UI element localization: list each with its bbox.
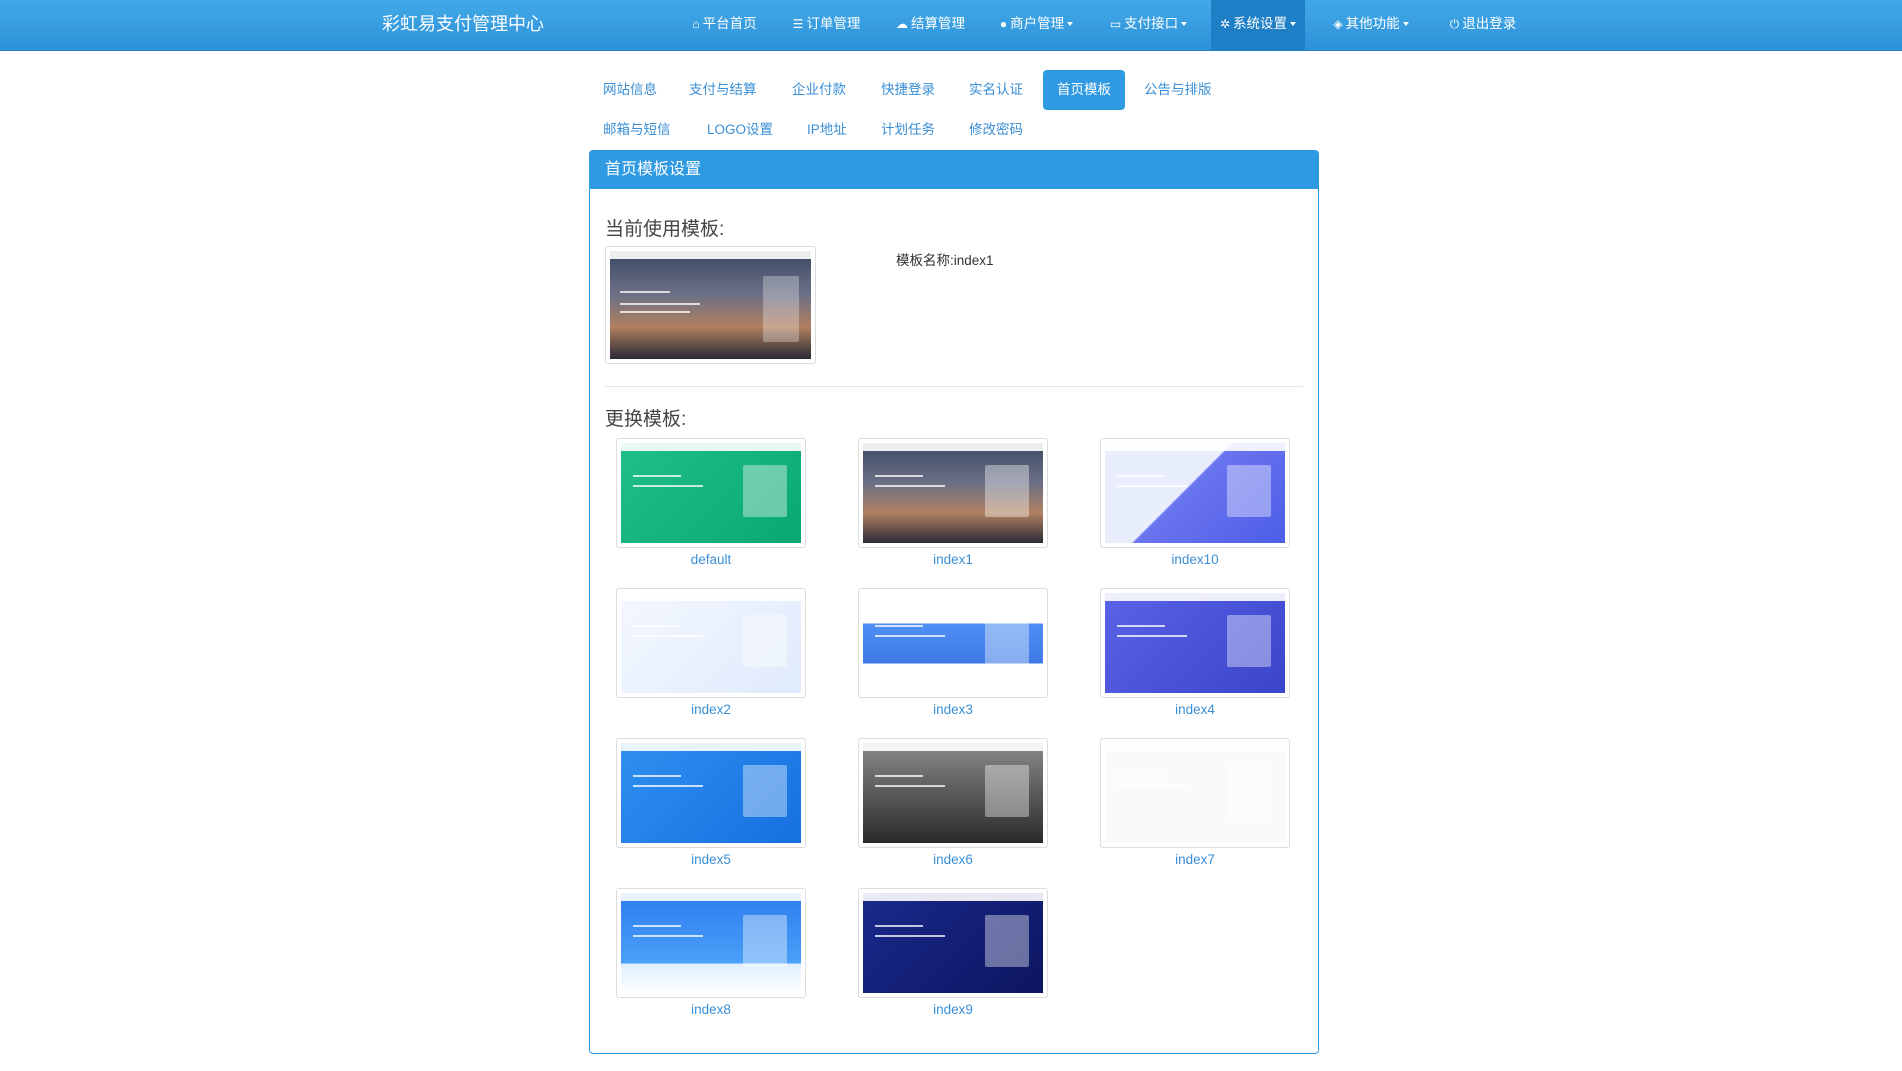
nav-item-label: 其他功能 bbox=[1345, 16, 1400, 31]
template-preview-image bbox=[1105, 743, 1285, 843]
template-preview-image bbox=[621, 443, 801, 543]
template-preview-image bbox=[621, 893, 801, 993]
template-name-link[interactable]: index1 bbox=[858, 551, 1048, 569]
template-name-value: index1 bbox=[953, 253, 994, 268]
template-thumbnail[interactable] bbox=[858, 738, 1048, 848]
template-card[interactable]: index5 bbox=[616, 738, 806, 869]
nav-item-label: 订单管理 bbox=[806, 16, 861, 31]
tab-9[interactable]: LOGO设置 bbox=[693, 110, 787, 150]
nav-item-label: 商户管理 bbox=[1010, 16, 1065, 31]
caret-down-icon bbox=[1181, 22, 1188, 27]
tab-4[interactable]: 快捷登录 bbox=[867, 70, 949, 110]
template-thumbnail[interactable] bbox=[616, 738, 806, 848]
top-navbar: 彩虹易支付管理中心 ⌂ 平台首页 ☰ 订单管理 ☁ 结算管理 ● 商户管理 ▭ 支付接口 ✲ 系统设置… bbox=[0, 0, 1902, 51]
template-card[interactable]: default bbox=[616, 438, 806, 569]
template-preview-image bbox=[863, 893, 1043, 993]
current-template-thumbnail bbox=[605, 246, 816, 364]
nav-item-label: 退出登录 bbox=[1462, 16, 1517, 31]
nav-item-label: 结算管理 bbox=[911, 16, 965, 31]
template-card[interactable]: index8 bbox=[616, 888, 806, 1019]
template-thumbnail[interactable] bbox=[1100, 738, 1290, 848]
nav-item-label: 系统设置 bbox=[1233, 16, 1288, 31]
nav-item-7[interactable]: ◈ 其他功能 bbox=[1325, 0, 1417, 50]
template-preview-image bbox=[863, 443, 1043, 543]
change-template-title: 更换模板: bbox=[605, 409, 687, 430]
template-card[interactable]: index3 bbox=[858, 588, 1048, 719]
template-name-link[interactable]: index7 bbox=[1100, 851, 1290, 869]
tab-5[interactable]: 实名认证 bbox=[955, 70, 1037, 110]
list-icon: ☰ bbox=[792, 17, 804, 31]
nav-item-5[interactable]: ▭ 支付接口 bbox=[1104, 0, 1193, 50]
template-name-label: 模板名称: bbox=[896, 253, 954, 268]
user-icon: ● bbox=[999, 17, 1008, 31]
template-preview-image bbox=[863, 743, 1043, 843]
template-name-link[interactable]: index4 bbox=[1100, 701, 1290, 719]
caret-down-icon bbox=[1067, 22, 1074, 27]
template-card[interactable]: index2 bbox=[616, 588, 806, 719]
template-preview-image bbox=[1105, 593, 1285, 693]
template-name-link[interactable]: index5 bbox=[616, 851, 806, 869]
template-card[interactable]: index7 bbox=[1100, 738, 1290, 869]
template-preview-image bbox=[863, 593, 1043, 693]
gear-icon: ✲ bbox=[1219, 17, 1231, 31]
template-name-link[interactable]: index9 bbox=[858, 1001, 1048, 1019]
brand-title[interactable]: 彩虹易支付管理中心 bbox=[382, 0, 544, 50]
current-template-name: 模板名称:index1 bbox=[896, 249, 994, 269]
tab-8[interactable]: 邮箱与短信 bbox=[589, 110, 685, 150]
cloud-icon: ☁ bbox=[896, 17, 908, 31]
template-card[interactable]: index10 bbox=[1100, 438, 1290, 569]
template-thumbnail[interactable] bbox=[1100, 588, 1290, 698]
nav-item-4[interactable]: ● 商户管理 bbox=[994, 0, 1079, 50]
template-preview-image bbox=[621, 743, 801, 843]
template-thumbnail[interactable] bbox=[1100, 438, 1290, 548]
template-card[interactable]: index6 bbox=[858, 738, 1048, 869]
tab-1[interactable]: 网站信息 bbox=[589, 70, 671, 110]
template-name-link[interactable]: default bbox=[616, 551, 806, 569]
home-icon: ⌂ bbox=[692, 17, 700, 31]
template-preview-image bbox=[1105, 443, 1285, 543]
template-thumbnail[interactable] bbox=[858, 588, 1048, 698]
template-name-link[interactable]: index3 bbox=[858, 701, 1048, 719]
section-divider bbox=[605, 386, 1303, 387]
credit-card-icon: ▭ bbox=[1109, 17, 1122, 31]
tab-10[interactable]: IP地址 bbox=[793, 110, 861, 150]
template-name-link[interactable]: index8 bbox=[616, 1001, 806, 1019]
nav-item-3[interactable]: ☁ 结算管理 bbox=[888, 0, 973, 50]
tab-6[interactable]: 首页模板 bbox=[1043, 70, 1125, 110]
nav-item-label: 平台首页 bbox=[702, 16, 757, 31]
cube-icon: ◈ bbox=[1333, 17, 1343, 31]
template-preview-image bbox=[621, 593, 801, 693]
caret-down-icon bbox=[1402, 22, 1409, 27]
template-card[interactable]: index1 bbox=[858, 438, 1048, 569]
template-thumbnail[interactable] bbox=[616, 888, 806, 998]
homepage-template-panel: 首页模板设置 当前使用模板: 模板名称:index1 更换模板: default… bbox=[589, 150, 1319, 1054]
power-icon: ⏻ bbox=[1449, 17, 1460, 31]
nav-item-6[interactable]: ✲ 系统设置 bbox=[1211, 0, 1305, 50]
template-card[interactable]: index9 bbox=[858, 888, 1048, 1019]
template-card[interactable]: index4 bbox=[1100, 588, 1290, 719]
template-thumbnail[interactable] bbox=[616, 588, 806, 698]
tab-2[interactable]: 支付与结算 bbox=[675, 70, 771, 110]
template-name-link[interactable]: index10 bbox=[1100, 551, 1290, 569]
panel-heading: 首页模板设置 bbox=[590, 151, 1318, 189]
template-name-link[interactable]: index6 bbox=[858, 851, 1048, 869]
nav-item-8[interactable]: ⏻ 退出登录 bbox=[1439, 0, 1527, 50]
current-template-title: 当前使用模板: bbox=[605, 219, 725, 240]
nav-item-2[interactable]: ☰ 订单管理 bbox=[784, 0, 869, 50]
caret-down-icon bbox=[1290, 22, 1297, 27]
template-name-link[interactable]: index2 bbox=[616, 701, 806, 719]
tab-11[interactable]: 计划任务 bbox=[867, 110, 949, 150]
tab-3[interactable]: 企业付款 bbox=[778, 70, 860, 110]
template-thumbnail[interactable] bbox=[858, 438, 1048, 548]
tab-12[interactable]: 修改密码 bbox=[955, 110, 1037, 150]
template-thumbnail[interactable] bbox=[858, 888, 1048, 998]
template-preview-image bbox=[610, 251, 811, 359]
nav-item-1[interactable]: ⌂ 平台首页 bbox=[685, 0, 764, 50]
tab-7[interactable]: 公告与排版 bbox=[1130, 70, 1226, 110]
template-thumbnail[interactable] bbox=[616, 438, 806, 548]
nav-item-label: 支付接口 bbox=[1124, 16, 1179, 31]
